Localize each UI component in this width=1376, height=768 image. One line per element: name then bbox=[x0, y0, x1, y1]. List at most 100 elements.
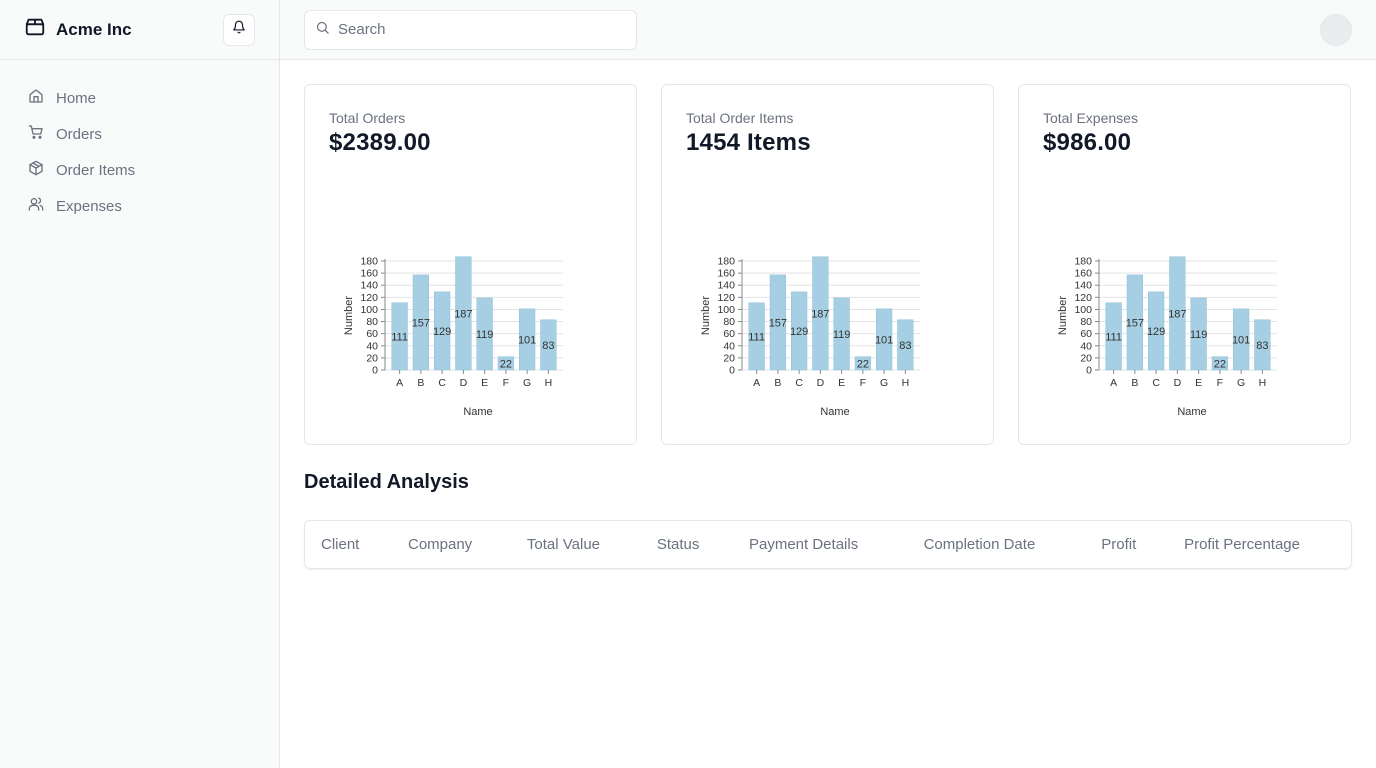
y-tick-label: 40 bbox=[723, 340, 735, 352]
x-tick-label: H bbox=[1259, 377, 1267, 389]
x-tick-label: F bbox=[1217, 377, 1223, 389]
y-tick-label: 120 bbox=[360, 292, 378, 304]
y-tick-label: 80 bbox=[723, 316, 735, 328]
search-icon bbox=[315, 20, 330, 40]
sidebar: Acme Inc Home Orders Order Items Expense… bbox=[0, 0, 280, 768]
y-axis-title: Number bbox=[1057, 296, 1069, 335]
data-label: 119 bbox=[1190, 329, 1208, 341]
y-tick-label: 180 bbox=[360, 256, 378, 268]
sidebar-item-expenses[interactable]: Expenses bbox=[16, 188, 263, 224]
stat-cards: Total Orders $2389.00 0 20 40 60 80 100 120 140… bbox=[304, 84, 1352, 445]
stat-card-total-order-items: Total Order Items 1454 Items 0 20 40 60 80 10… bbox=[661, 84, 994, 445]
data-label: 22 bbox=[500, 358, 512, 370]
sidebar-item-order-items[interactable]: Order Items bbox=[16, 152, 263, 188]
section-title: Detailed Analysis bbox=[304, 471, 469, 493]
cart-icon bbox=[28, 124, 44, 144]
y-tick-label: 120 bbox=[1074, 292, 1092, 304]
x-tick-label: E bbox=[481, 377, 488, 389]
search-box[interactable] bbox=[304, 9, 637, 50]
data-label: 157 bbox=[769, 317, 787, 329]
card-value: 1454 Items bbox=[686, 129, 811, 156]
x-tick-label: C bbox=[438, 377, 446, 389]
x-tick-label: C bbox=[795, 377, 803, 389]
column-header-payment-details[interactable]: Payment Details bbox=[733, 521, 908, 568]
notifications-button[interactable] bbox=[223, 13, 255, 46]
data-label: 119 bbox=[833, 329, 851, 341]
y-tick-label: 100 bbox=[1074, 304, 1092, 316]
y-tick-label: 40 bbox=[1080, 340, 1092, 352]
x-tick-label: D bbox=[460, 377, 468, 389]
column-header-company[interactable]: Company bbox=[392, 521, 511, 568]
x-tick-label: H bbox=[902, 377, 910, 389]
y-tick-label: 0 bbox=[1086, 365, 1092, 377]
avatar[interactable] bbox=[1320, 13, 1352, 46]
x-tick-label: E bbox=[838, 377, 845, 389]
data-label: 83 bbox=[1256, 340, 1268, 352]
y-tick-label: 140 bbox=[1074, 280, 1092, 292]
stat-card-total-expenses: Total Expenses $986.00 0 20 40 60 80 100 120 14… bbox=[1018, 84, 1351, 445]
x-tick-label: B bbox=[417, 377, 424, 389]
sidebar-header: Acme Inc bbox=[0, 0, 279, 60]
column-header-completion-date[interactable]: Completion Date bbox=[908, 521, 1086, 568]
app: Acme Inc Home Orders Order Items Expense… bbox=[0, 0, 1376, 768]
y-tick-label: 20 bbox=[723, 352, 735, 364]
y-tick-label: 160 bbox=[1074, 268, 1092, 280]
dashboard-content: Total Orders $2389.00 0 20 40 60 80 100 120 140… bbox=[280, 60, 1376, 593]
main-area: Total Orders $2389.00 020406080100120140… bbox=[280, 0, 1376, 768]
data-label: 129 bbox=[790, 326, 808, 338]
data-label: 101 bbox=[518, 334, 536, 346]
data-label: 101 bbox=[875, 334, 893, 346]
stat-card-total-orders: Total Orders $2389.00 0 20 40 60 80 100 120 140… bbox=[304, 84, 637, 445]
brand-name: Acme Inc bbox=[56, 19, 132, 39]
x-tick-label: D bbox=[817, 377, 825, 389]
y-tick-label: 120 bbox=[717, 292, 735, 304]
box-icon bbox=[28, 160, 44, 180]
column-header-profit-percentage[interactable]: Profit Percentage bbox=[1168, 521, 1351, 568]
package-icon bbox=[24, 16, 46, 43]
data-label: 129 bbox=[1147, 326, 1165, 338]
bell-icon bbox=[232, 20, 246, 39]
table-header-row: Client Company Total Value Status Paymen… bbox=[305, 521, 1351, 568]
x-tick-label: F bbox=[503, 377, 509, 389]
card-value: $2389.00 bbox=[329, 129, 431, 156]
data-label: 129 bbox=[433, 326, 451, 338]
bar-chart: 020406080100120140160180 111 A 157 B 129 C 187 D… bbox=[1057, 256, 1277, 418]
column-header-profit[interactable]: Profit bbox=[1085, 521, 1168, 568]
column-header-total-value[interactable]: Total Value bbox=[511, 521, 641, 568]
card-title: Total Orders bbox=[329, 110, 406, 126]
column-header-client[interactable]: Client bbox=[305, 521, 392, 568]
y-tick-label: 100 bbox=[717, 304, 735, 316]
y-tick-label: 100 bbox=[360, 304, 378, 316]
analysis-table: Client Company Total Value Status Paymen… bbox=[304, 520, 1352, 569]
y-axis-title: Number bbox=[343, 296, 355, 335]
x-tick-label: B bbox=[774, 377, 781, 389]
y-tick-label: 80 bbox=[366, 316, 378, 328]
card-title: Total Expenses bbox=[1043, 110, 1138, 126]
column-header-status[interactable]: Status bbox=[641, 521, 733, 568]
x-tick-label: B bbox=[1131, 377, 1138, 389]
sidebar-item-label: Orders bbox=[56, 125, 102, 143]
x-axis-title: Name bbox=[820, 406, 849, 418]
sidebar-item-label: Home bbox=[56, 89, 97, 107]
x-axis-title: Name bbox=[1177, 406, 1206, 418]
sidebar-item-orders[interactable]: Orders bbox=[16, 116, 263, 152]
y-tick-label: 0 bbox=[729, 365, 735, 377]
search-input[interactable] bbox=[338, 21, 626, 38]
sidebar-item-home[interactable]: Home bbox=[16, 80, 263, 116]
data-label: 119 bbox=[476, 329, 494, 341]
data-label: 101 bbox=[1232, 334, 1250, 346]
data-label: 157 bbox=[1126, 317, 1144, 329]
brand[interactable]: Acme Inc bbox=[24, 16, 132, 43]
x-tick-label: H bbox=[545, 377, 553, 389]
y-tick-label: 60 bbox=[366, 328, 378, 340]
sidebar-item-label: Order Items bbox=[56, 161, 136, 179]
data-label: 187 bbox=[1168, 308, 1186, 320]
y-tick-label: 140 bbox=[717, 280, 735, 292]
x-tick-label: F bbox=[860, 377, 866, 389]
x-tick-label: G bbox=[1237, 377, 1245, 389]
data-label: 111 bbox=[1105, 331, 1122, 343]
data-label: 187 bbox=[811, 308, 829, 320]
data-label: 22 bbox=[857, 358, 869, 370]
card-value: $986.00 bbox=[1043, 129, 1132, 156]
bar-chart: 020406080100120140160180 111 A 157 B 129 C 187 D… bbox=[343, 256, 563, 418]
